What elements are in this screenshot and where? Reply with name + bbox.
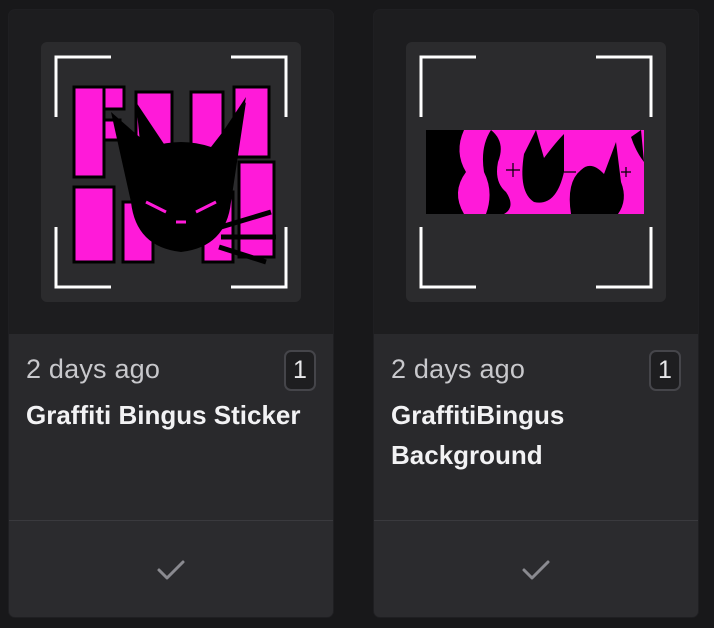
asset-card[interactable]: 2 days ago 1 Graffiti Bingus Sticker: [9, 10, 333, 617]
card-footer: [9, 520, 333, 617]
asset-grid: 2 days ago 1 Graffiti Bingus Sticker 2 d…: [0, 0, 714, 628]
date-label: 2 days ago: [26, 354, 161, 384]
thumbnail-area[interactable]: [374, 10, 698, 334]
thumbnail[interactable]: [41, 42, 301, 302]
checkmark-icon[interactable]: [156, 559, 186, 581]
count-badge: 1: [649, 350, 681, 391]
date-label: 2 days ago: [391, 354, 526, 384]
graffiti-background-image: [419, 55, 653, 289]
asset-title[interactable]: GraffitiBingus Background: [391, 395, 671, 475]
thumbnail-area[interactable]: [9, 10, 333, 334]
count-badge: 1: [284, 350, 316, 391]
checkmark-icon[interactable]: [521, 559, 551, 581]
asset-title[interactable]: Graffiti Bingus Sticker: [26, 395, 306, 435]
thumbnail[interactable]: [406, 42, 666, 302]
card-footer: [374, 520, 698, 617]
asset-card[interactable]: 2 days ago 1 GraffitiBingus Background: [374, 10, 698, 617]
graffiti-sticker-image: [54, 55, 288, 289]
